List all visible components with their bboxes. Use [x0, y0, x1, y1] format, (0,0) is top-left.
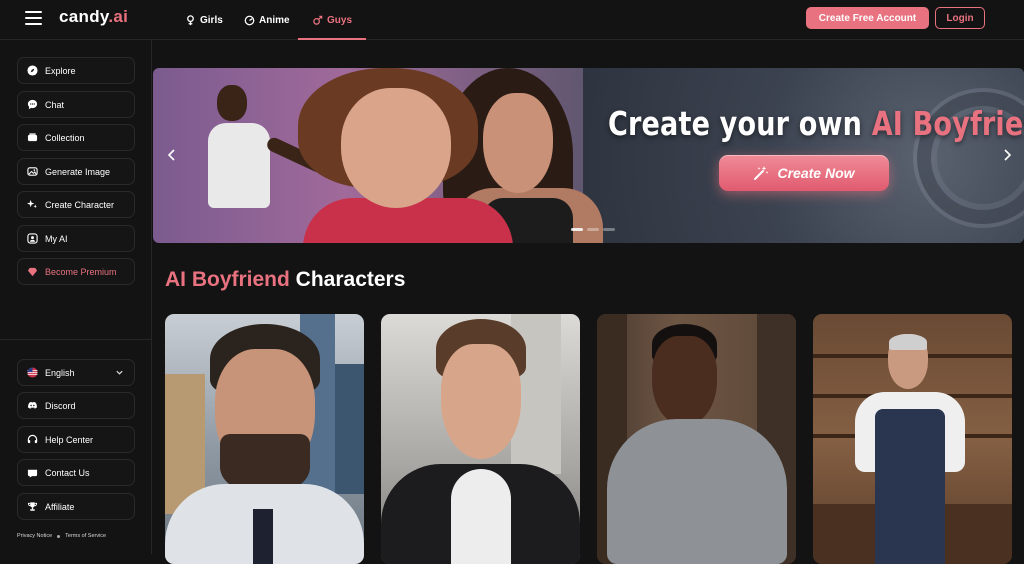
tab-guys[interactable]: Guys	[297, 0, 367, 40]
sidebar-item-label: Collection	[45, 132, 85, 143]
sidebar-item-collection[interactable]: Collection	[17, 124, 135, 151]
magic-wand-icon	[754, 166, 769, 180]
sidebar-item-label: Generate Image	[45, 166, 111, 177]
sparkle-icon	[26, 199, 38, 211]
sidebar-item-label: Contact Us	[45, 467, 90, 478]
sidebar-item-label: Help Center	[45, 434, 94, 445]
sidebar-item-explore[interactable]: Explore	[17, 57, 135, 84]
card-photo-detail	[889, 334, 927, 350]
create-account-button[interactable]: Create Free Account	[806, 7, 929, 29]
card-photo-detail	[441, 344, 521, 459]
card-photo-detail	[875, 409, 945, 564]
hero-figure	[341, 88, 451, 208]
character-card[interactable]	[381, 314, 580, 564]
sidebar-item-label: My AI	[45, 233, 68, 244]
female-icon	[187, 14, 194, 25]
menu-icon[interactable]	[25, 11, 42, 25]
sidebar-item-label: Become Premium	[45, 266, 117, 277]
sidebar-item-contact-us[interactable]: Contact Us	[17, 459, 135, 486]
hero-banner[interactable]: Create your own AI Boyfriend Create Now	[153, 68, 1024, 243]
language-select[interactable]: English	[17, 359, 135, 386]
image-icon	[26, 166, 38, 178]
logo-name: candy	[59, 7, 109, 26]
card-photo-detail	[451, 469, 511, 564]
character-card[interactable]	[597, 314, 796, 564]
chevron-left-icon[interactable]	[165, 147, 179, 163]
legal-links: Privacy Notice Terms of Service	[17, 533, 106, 539]
sidebar: Explore Chat Collection Generate Image C…	[0, 40, 152, 554]
language-label: English	[45, 367, 75, 378]
sidebar-item-label: Create Character	[45, 199, 115, 210]
sidebar-item-create-character[interactable]: Create Character	[17, 191, 135, 218]
hero-figure	[208, 123, 270, 208]
sidebar-item-help-center[interactable]: Help Center	[17, 426, 135, 453]
hero-title-main: Create your own	[608, 104, 872, 143]
character-card[interactable]	[165, 314, 364, 564]
sidebar-item-label: Discord	[45, 400, 76, 411]
hero-figure	[483, 93, 553, 193]
terms-of-service-link[interactable]: Terms of Service	[65, 533, 106, 539]
hero-figure	[217, 85, 247, 121]
sidebar-item-label: Explore	[45, 65, 76, 76]
sidebar-item-my-ai[interactable]: My AI	[17, 225, 135, 252]
tab-anime-label: Anime	[259, 14, 290, 26]
create-now-button[interactable]: Create Now	[719, 155, 889, 191]
sidebar-item-chat[interactable]: Chat	[17, 91, 135, 118]
card-photo-detail	[335, 364, 364, 494]
collection-icon	[26, 132, 38, 144]
hero-title: Create your own AI Boyfriend	[608, 104, 1024, 143]
sidebar-item-discord[interactable]: Discord	[17, 392, 135, 419]
privacy-notice-link[interactable]: Privacy Notice	[17, 533, 52, 539]
card-photo-detail	[652, 336, 717, 426]
tab-girls[interactable]: Girls	[185, 0, 223, 40]
mail-icon	[26, 467, 38, 479]
tab-anime[interactable]: Anime	[244, 0, 290, 40]
section-title-highlight: AI Boyfriend	[165, 268, 290, 291]
sidebar-item-affiliate[interactable]: Affiliate	[17, 493, 135, 520]
create-now-label: Create Now	[777, 165, 855, 181]
sidebar-item-generate-image[interactable]: Generate Image	[17, 158, 135, 185]
logo-suffix: .ai	[108, 7, 129, 26]
user-icon	[26, 233, 38, 245]
help-icon	[26, 434, 38, 446]
flag-icon	[26, 367, 38, 379]
chevron-right-icon[interactable]	[1000, 147, 1014, 163]
login-button[interactable]: Login	[935, 7, 985, 29]
section-title: AI Boyfriend Characters	[165, 268, 405, 292]
separator-dot	[57, 534, 61, 538]
trophy-icon	[26, 501, 38, 513]
card-photo-detail	[253, 509, 273, 564]
tab-girls-label: Girls	[200, 14, 223, 26]
sidebar-item-label: Chat	[45, 99, 65, 110]
section-title-rest: Characters	[289, 268, 406, 291]
tab-guys-label: Guys	[327, 14, 353, 26]
sidebar-item-label: Affiliate	[45, 501, 75, 512]
carousel-dot[interactable]	[571, 228, 583, 231]
compass-icon	[26, 65, 38, 77]
sidebar-item-become-premium[interactable]: Become Premium	[17, 258, 135, 285]
carousel-dots	[571, 228, 615, 231]
carousel-dot[interactable]	[603, 228, 615, 231]
character-card[interactable]	[813, 314, 1012, 564]
chat-icon	[26, 99, 38, 111]
top-bar: candy.ai Girls Anime Guys Create Free Ac…	[0, 0, 1024, 40]
anime-icon	[244, 15, 255, 25]
card-photo-detail	[607, 419, 787, 564]
male-icon	[313, 15, 323, 25]
diamond-icon	[26, 266, 38, 278]
discord-icon	[26, 400, 38, 412]
hero-title-highlight: AI Boyfriend	[871, 104, 1024, 143]
chevron-down-icon	[116, 370, 123, 375]
carousel-dot[interactable]	[587, 228, 599, 231]
logo[interactable]: candy.ai	[59, 7, 128, 27]
sidebar-divider	[0, 339, 152, 340]
